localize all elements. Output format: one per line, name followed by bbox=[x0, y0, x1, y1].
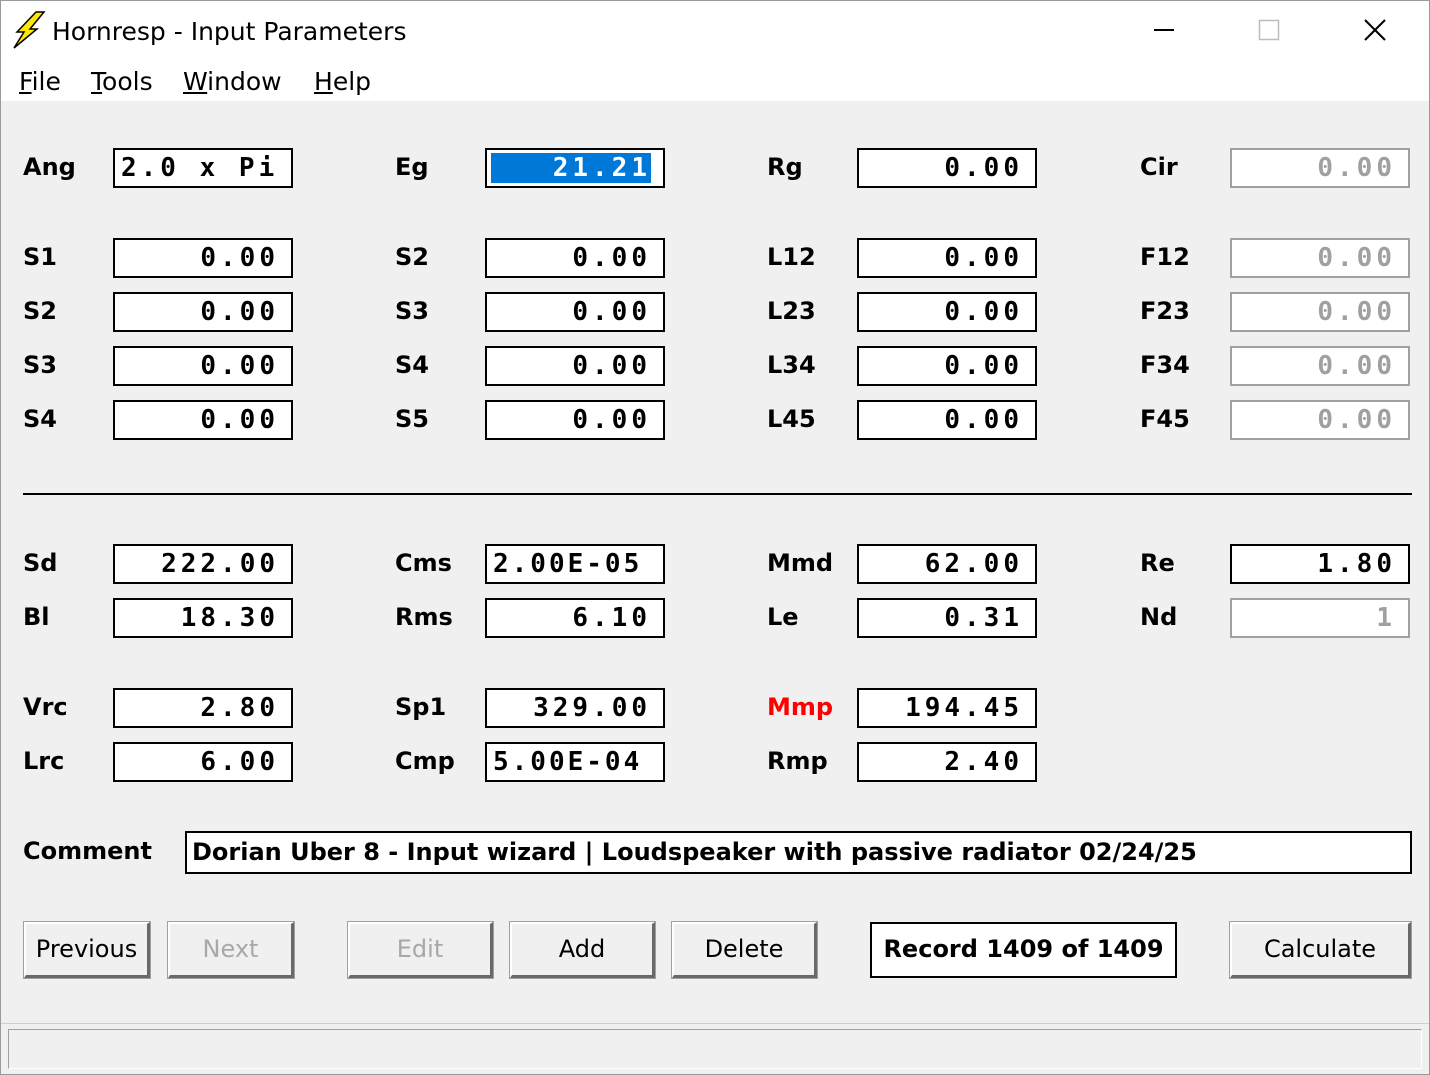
label-s5-b: S5 bbox=[395, 405, 429, 433]
status-bar bbox=[8, 1029, 1422, 1069]
label-ang: Ang bbox=[23, 153, 76, 181]
title-bar[interactable]: Hornresp - Input Parameters bbox=[1, 1, 1429, 63]
label-cmp: Cmp bbox=[395, 747, 455, 775]
field-ang[interactable]: 2.0 x Pi bbox=[113, 148, 293, 188]
hornresp-window: Hornresp - Input Parameters File Tools W… bbox=[0, 0, 1430, 1075]
field-f45: 0.00 bbox=[1230, 400, 1410, 440]
section-divider bbox=[23, 493, 1412, 495]
label-cms: Cms bbox=[395, 549, 452, 577]
field-lrc[interactable]: 6.00 bbox=[113, 742, 293, 782]
field-cms[interactable]: 2.00E-05 bbox=[485, 544, 665, 584]
menu-file[interactable]: File bbox=[19, 67, 61, 96]
field-mmp[interactable]: 194.45 bbox=[857, 688, 1037, 728]
label-l12: L12 bbox=[767, 243, 816, 271]
field-s2[interactable]: 0.00 bbox=[113, 292, 293, 332]
label-sp1: Sp1 bbox=[395, 693, 447, 721]
field-s5-b[interactable]: 0.00 bbox=[485, 400, 665, 440]
window-title: Hornresp - Input Parameters bbox=[52, 17, 407, 46]
calculate-button[interactable]: Calculate bbox=[1229, 921, 1412, 979]
field-f12: 0.00 bbox=[1230, 238, 1410, 278]
label-sd: Sd bbox=[23, 549, 58, 577]
field-cmp[interactable]: 5.00E-04 bbox=[485, 742, 665, 782]
field-l34[interactable]: 0.00 bbox=[857, 346, 1037, 386]
field-s4-b[interactable]: 0.00 bbox=[485, 346, 665, 386]
close-icon bbox=[1364, 19, 1386, 41]
field-s1[interactable]: 0.00 bbox=[113, 238, 293, 278]
status-separator bbox=[1, 1023, 1429, 1024]
field-nd: 1 bbox=[1230, 598, 1410, 638]
label-l45: L45 bbox=[767, 405, 816, 433]
field-s3-b[interactable]: 0.00 bbox=[485, 292, 665, 332]
label-re: Re bbox=[1140, 549, 1175, 577]
field-cir: 0.00 bbox=[1230, 148, 1410, 188]
label-f23: F23 bbox=[1140, 297, 1190, 325]
label-eg: Eg bbox=[395, 153, 429, 181]
field-bl[interactable]: 18.30 bbox=[113, 598, 293, 638]
lightning-bolt-icon bbox=[13, 11, 46, 49]
field-f23: 0.00 bbox=[1230, 292, 1410, 332]
label-rg: Rg bbox=[767, 153, 803, 181]
previous-button[interactable]: Previous bbox=[23, 921, 151, 979]
next-button[interactable]: Next bbox=[167, 921, 295, 979]
edit-button[interactable]: Edit bbox=[347, 921, 494, 979]
menu-bar: File Tools Window Help bbox=[1, 63, 1429, 101]
label-rms: Rms bbox=[395, 603, 453, 631]
label-s4-b: S4 bbox=[395, 351, 429, 379]
menu-help[interactable]: Help bbox=[314, 67, 371, 96]
label-nd: Nd bbox=[1140, 603, 1178, 631]
field-f34: 0.00 bbox=[1230, 346, 1410, 386]
label-bl: Bl bbox=[23, 603, 50, 631]
label-l23: L23 bbox=[767, 297, 816, 325]
label-s3: S3 bbox=[23, 351, 57, 379]
label-mmd: Mmd bbox=[767, 549, 834, 577]
label-vrc: Vrc bbox=[23, 693, 68, 721]
field-rms[interactable]: 6.10 bbox=[485, 598, 665, 638]
menu-tools[interactable]: Tools bbox=[91, 67, 153, 96]
maximize-icon bbox=[1258, 19, 1280, 41]
label-rmp: Rmp bbox=[767, 747, 828, 775]
field-rg[interactable]: 0.00 bbox=[857, 148, 1037, 188]
field-l12[interactable]: 0.00 bbox=[857, 238, 1037, 278]
label-cir: Cir bbox=[1140, 153, 1178, 181]
label-s2-b: S2 bbox=[395, 243, 429, 271]
field-s2-b[interactable]: 0.00 bbox=[485, 238, 665, 278]
label-l34: L34 bbox=[767, 351, 816, 379]
label-f12: F12 bbox=[1140, 243, 1190, 271]
field-le[interactable]: 0.31 bbox=[857, 598, 1037, 638]
label-s1: S1 bbox=[23, 243, 57, 271]
field-mmd[interactable]: 62.00 bbox=[857, 544, 1037, 584]
field-sp1[interactable]: 329.00 bbox=[485, 688, 665, 728]
field-s3[interactable]: 0.00 bbox=[113, 346, 293, 386]
menu-window[interactable]: Window bbox=[183, 67, 282, 96]
comment-field[interactable]: Dorian Uber 8 - Input wizard | Loudspeak… bbox=[185, 831, 1412, 874]
minimize-icon bbox=[1154, 29, 1174, 31]
field-rmp[interactable]: 2.40 bbox=[857, 742, 1037, 782]
label-le: Le bbox=[767, 603, 799, 631]
label-s4: S4 bbox=[23, 405, 57, 433]
delete-button[interactable]: Delete bbox=[671, 921, 818, 979]
add-button[interactable]: Add bbox=[509, 921, 656, 979]
field-eg[interactable]: 21.21 bbox=[485, 148, 665, 188]
close-button[interactable] bbox=[1324, 1, 1428, 61]
label-lrc: Lrc bbox=[23, 747, 65, 775]
field-vrc[interactable]: 2.80 bbox=[113, 688, 293, 728]
field-l23[interactable]: 0.00 bbox=[857, 292, 1037, 332]
label-comment: Comment bbox=[23, 837, 152, 865]
field-re[interactable]: 1.80 bbox=[1230, 544, 1410, 584]
field-s4[interactable]: 0.00 bbox=[113, 400, 293, 440]
label-s2: S2 bbox=[23, 297, 57, 325]
label-f45: F45 bbox=[1140, 405, 1190, 433]
label-s3-b: S3 bbox=[395, 297, 429, 325]
label-mmp: Mmp bbox=[767, 693, 834, 721]
field-sd[interactable]: 222.00 bbox=[113, 544, 293, 584]
field-l45[interactable]: 0.00 bbox=[857, 400, 1037, 440]
label-f34: F34 bbox=[1140, 351, 1190, 379]
record-indicator: Record 1409 of 1409 bbox=[870, 922, 1177, 978]
minimize-button[interactable] bbox=[1113, 1, 1217, 61]
maximize-button[interactable] bbox=[1218, 1, 1322, 61]
field-eg-selection: 21.21 bbox=[490, 153, 651, 183]
